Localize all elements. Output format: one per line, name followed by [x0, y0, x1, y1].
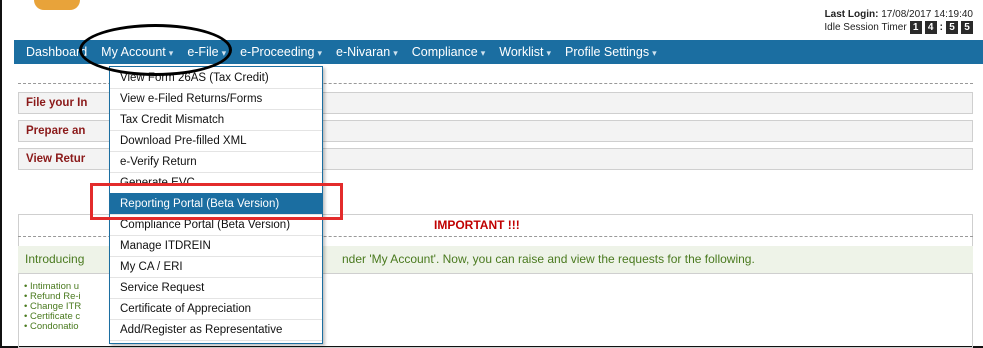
- nav-item-label: Dashboard: [26, 45, 88, 59]
- nav-item-label: e-Proceeding: [240, 45, 315, 59]
- intro-text-end: nder 'My Account'. Now, you can raise an…: [342, 252, 755, 266]
- list-item: Condonatio: [24, 322, 81, 332]
- nav-item-label: e-File: [187, 45, 219, 59]
- panel-label: View Retur: [26, 153, 86, 165]
- menu-item-generate-evc[interactable]: Generate EVC: [110, 172, 322, 194]
- timer-digit: 4: [924, 21, 937, 34]
- site-logo: [34, 0, 80, 10]
- menu-item-manage-itdrein[interactable]: Manage ITDREIN: [110, 235, 322, 257]
- panel-label: Prepare an: [26, 125, 86, 137]
- my-account-dropdown-menu: View Form 26AS (Tax Credit) View e-Filed…: [109, 66, 323, 344]
- timer-separator: :: [939, 22, 943, 33]
- nav-item-e-proceeding[interactable]: e-Proceeding ▾: [240, 45, 322, 59]
- menu-item-tax-credit-mismatch[interactable]: Tax Credit Mismatch: [110, 109, 322, 131]
- menu-item-download-prefilled-xml[interactable]: Download Pre-filled XML: [110, 130, 322, 152]
- chevron-down-icon: ▾: [393, 48, 398, 58]
- chevron-down-icon: ▾: [652, 48, 657, 58]
- session-info: Last Login: 17/08/2017 14:19:40 Idle Ses…: [824, 8, 973, 34]
- idle-timer-label: Idle Session Timer: [824, 22, 907, 33]
- nav-item-my-account[interactable]: My Account ▾: [101, 45, 173, 59]
- main-navbar: Dashboard My Account ▾ e-File ▾ e-Proceedi…: [14, 40, 983, 64]
- chevron-down-icon: ▾: [221, 48, 227, 58]
- menu-item-reporting-portal[interactable]: Reporting Portal (Beta Version): [110, 193, 322, 215]
- nav-item-label: Profile Settings: [565, 45, 650, 59]
- menu-item-compliance-portal[interactable]: Compliance Portal (Beta Version): [110, 214, 322, 236]
- menu-item-my-ca-eri[interactable]: My CA / ERI: [110, 256, 322, 278]
- nav-item-e-nivaran[interactable]: e-Nivaran ▾: [336, 45, 398, 59]
- last-login-value: 17/08/2017 14:19:40: [881, 9, 973, 20]
- nav-item-e-file[interactable]: e-File ▾: [187, 45, 226, 59]
- chevron-down-icon: ▾: [317, 48, 322, 58]
- menu-item-view-form-26as[interactable]: View Form 26AS (Tax Credit): [110, 67, 322, 89]
- nav-item-label: Compliance: [411, 45, 478, 59]
- menu-item-add-register-representative[interactable]: Add/Register as Representative: [110, 319, 322, 341]
- panel-label: File your In: [26, 97, 88, 109]
- nav-item-label: e-Nivaran: [336, 45, 391, 59]
- nav-item-profile-settings[interactable]: Profile Settings ▾: [565, 45, 657, 59]
- menu-item-certificate-of-appreciation[interactable]: Certificate of Appreciation: [110, 298, 322, 320]
- nav-item-label: My Account: [101, 45, 166, 59]
- last-login-label: Last Login:: [824, 9, 879, 20]
- menu-item-service-request[interactable]: Service Request: [110, 277, 322, 299]
- timer-digit: 1: [909, 21, 922, 34]
- nav-item-dashboard[interactable]: Dashboard: [26, 45, 87, 59]
- idle-session-timer: Idle Session Timer 1 4 : 5 5: [824, 21, 973, 34]
- chevron-down-icon: ▾: [546, 48, 552, 58]
- important-title: IMPORTANT !!!: [434, 218, 520, 232]
- service-request-list: Intimation u Refund Re-i Change ITR Cert…: [24, 282, 81, 332]
- chevron-down-icon: ▾: [168, 48, 174, 58]
- timer-digit: 5: [946, 21, 958, 34]
- nav-item-compliance[interactable]: Compliance ▾: [412, 45, 486, 59]
- last-login-line: Last Login: 17/08/2017 14:19:40: [824, 8, 973, 21]
- timer-digit: 5: [961, 21, 973, 34]
- nav-item-worklist[interactable]: Worklist ▾: [499, 45, 551, 59]
- intro-text-start: Introducing: [25, 252, 85, 266]
- nav-item-label: Worklist: [499, 45, 544, 59]
- chevron-down-icon: ▾: [480, 48, 486, 58]
- menu-item-e-verify-return[interactable]: e-Verify Return: [110, 151, 322, 173]
- menu-item-view-efiled-returns[interactable]: View e-Filed Returns/Forms: [110, 88, 322, 110]
